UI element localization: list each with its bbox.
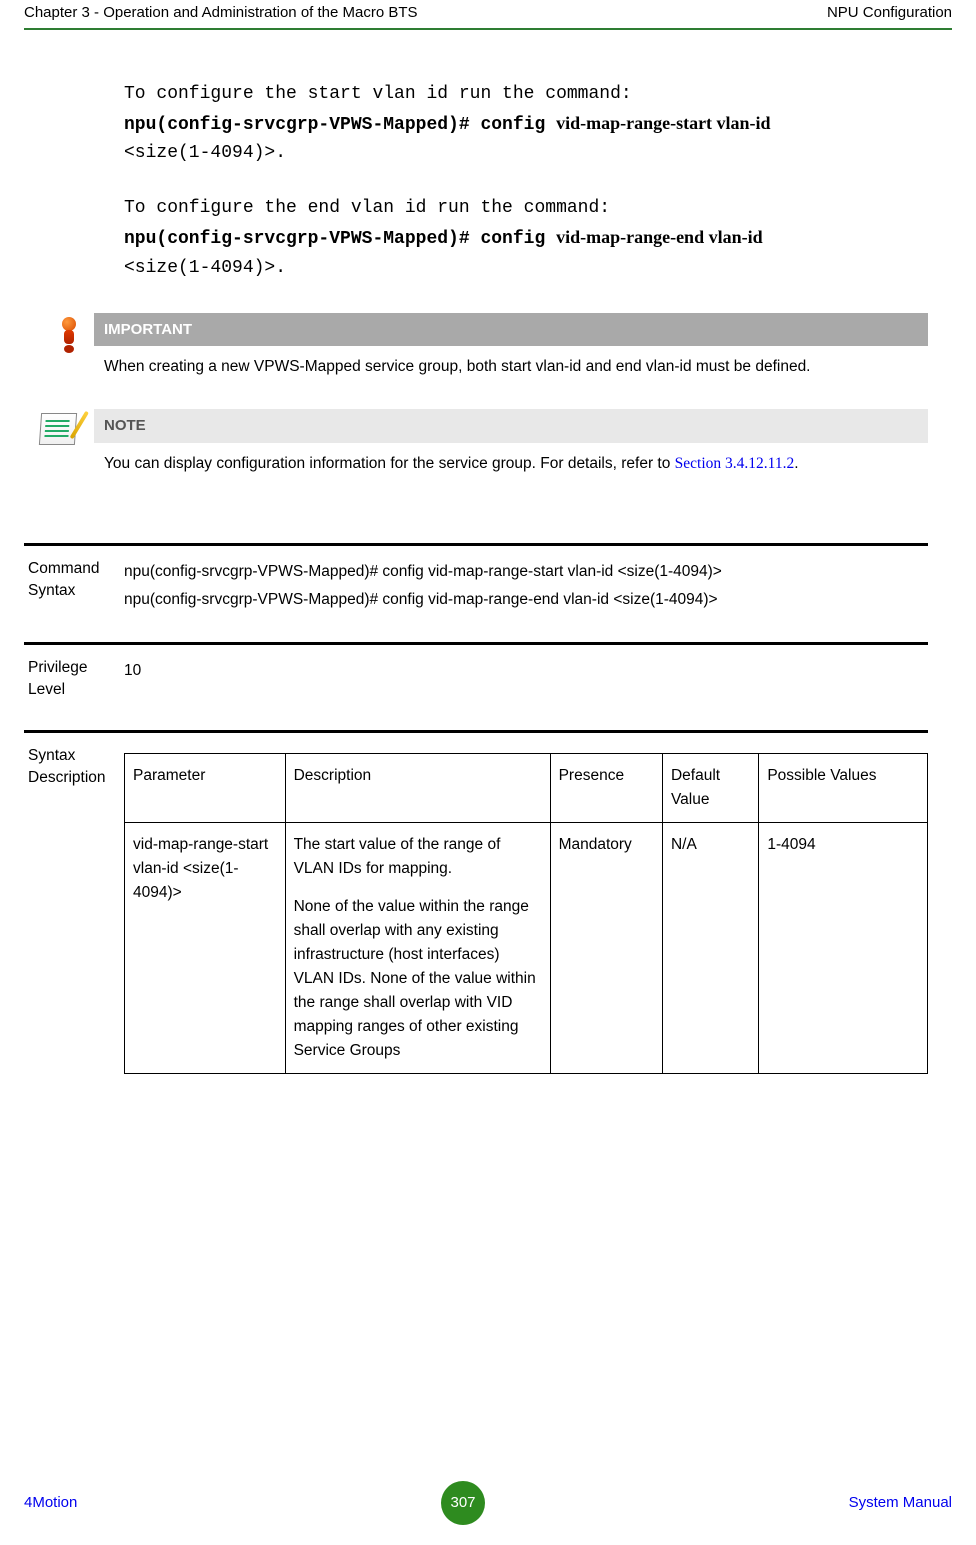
- th-parameter: Parameter: [125, 753, 286, 822]
- td-description: The start value of the range of VLAN IDs…: [285, 822, 550, 1073]
- cmd1-size: <size(1-4094)>.: [124, 139, 928, 168]
- cmd2-suffix: vid-map-range-end vlan-id: [556, 227, 763, 247]
- note-title: NOTE: [94, 409, 928, 443]
- note-icon: [39, 413, 77, 445]
- td-possible: 1-4094: [759, 822, 928, 1073]
- command-syntax-value-1: npu(config-srvcgrp-VPWS-Mapped)# config …: [124, 558, 928, 586]
- cmd2: npu(config-srvcgrp-VPWS-Mapped)# config …: [124, 223, 928, 254]
- cmd1: npu(config-srvcgrp-VPWS-Mapped)# config …: [124, 109, 928, 140]
- important-callout: IMPORTANT When creating a new VPWS-Mappe…: [34, 313, 928, 379]
- th-default: Default Value: [662, 753, 758, 822]
- td-description-p1: The start value of the range of VLAN IDs…: [294, 833, 542, 881]
- syntax-table: Parameter Description Presence Default V…: [124, 753, 928, 1074]
- cmd2-size: <size(1-4094)>.: [124, 254, 928, 283]
- important-text: When creating a new VPWS-Mapped service …: [94, 346, 928, 378]
- note-text: You can display configuration informatio…: [94, 443, 928, 475]
- table-header-row: Parameter Description Presence Default V…: [125, 753, 928, 822]
- td-presence: Mandatory: [550, 822, 662, 1073]
- cmd1-prefix: npu(config-srvcgrp-VPWS-Mapped)# config: [124, 115, 556, 135]
- note-text-main: You can display configuration informatio…: [104, 455, 675, 472]
- header-left: Chapter 3 - Operation and Administration…: [24, 2, 418, 24]
- th-description: Description: [285, 753, 550, 822]
- td-parameter: vid-map-range-start vlan-id <size(1-4094…: [125, 822, 286, 1073]
- syntax-description-row: Syntax Description Parameter Description…: [24, 730, 928, 1074]
- footer-left[interactable]: 4Motion: [24, 1492, 77, 1514]
- command-syntax-label: Command Syntax: [24, 558, 124, 603]
- privilege-value: 10: [124, 657, 928, 685]
- important-title: IMPORTANT: [94, 313, 928, 347]
- header-right: NPU Configuration: [827, 2, 952, 24]
- intro-line2: To configure the end vlan id run the com…: [124, 194, 928, 223]
- syntax-description-label: Syntax Description: [24, 745, 124, 790]
- important-icon: [62, 317, 76, 351]
- td-default: N/A: [662, 822, 758, 1073]
- command-syntax-row: Command Syntax npu(config-srvcgrp-VPWS-M…: [24, 543, 928, 614]
- privilege-label: Privilege Level: [24, 657, 124, 702]
- privilege-row: Privilege Level 10: [24, 642, 928, 702]
- cmd2-prefix: npu(config-srvcgrp-VPWS-Mapped)# config: [124, 229, 556, 249]
- table-row: vid-map-range-start vlan-id <size(1-4094…: [125, 822, 928, 1073]
- page-number-badge: 307: [441, 1481, 485, 1525]
- section-reference-link[interactable]: Section 3.4.12.11.2: [675, 455, 795, 472]
- intro-line1: To configure the start vlan id run the c…: [124, 80, 928, 109]
- cmd1-suffix: vid-map-range-start vlan-id: [556, 113, 771, 133]
- th-presence: Presence: [550, 753, 662, 822]
- note-tail: .: [794, 455, 798, 472]
- note-callout: NOTE You can display configuration infor…: [34, 409, 928, 475]
- command-syntax-value-2: npu(config-srvcgrp-VPWS-Mapped)# config …: [124, 586, 928, 614]
- page-footer: 4Motion 307 System Manual: [24, 1481, 952, 1525]
- footer-right[interactable]: System Manual: [849, 1492, 952, 1514]
- th-possible: Possible Values: [759, 753, 928, 822]
- td-description-p2: None of the value within the range shall…: [294, 895, 542, 1063]
- page-header: Chapter 3 - Operation and Administration…: [24, 2, 952, 30]
